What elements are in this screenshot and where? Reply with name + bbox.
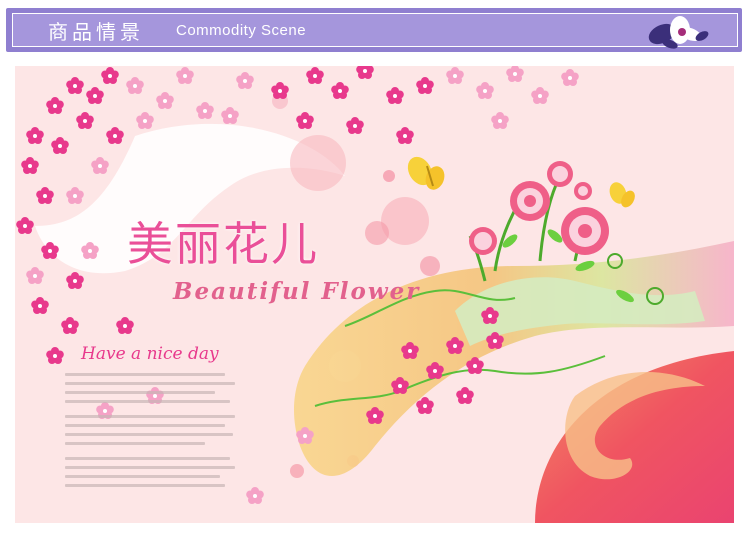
poster-image: 美丽花儿 Beautiful Flower Have a nice day bbox=[15, 66, 734, 523]
header-title-en: Commodity Scene bbox=[176, 22, 307, 39]
poster-title-en: Beautiful Flower bbox=[173, 278, 421, 305]
header-title-cn: 商品情景 bbox=[48, 20, 144, 44]
poster-title-cn: 美丽花儿 bbox=[127, 217, 319, 271]
header-banner: 商品情景 Commodity Scene bbox=[0, 0, 750, 60]
butterfly-icon bbox=[407, 156, 445, 190]
flower-logo-icon bbox=[648, 16, 709, 49]
poster-tagline: Have a nice day bbox=[81, 344, 219, 364]
placeholder-copy-block bbox=[65, 373, 235, 493]
